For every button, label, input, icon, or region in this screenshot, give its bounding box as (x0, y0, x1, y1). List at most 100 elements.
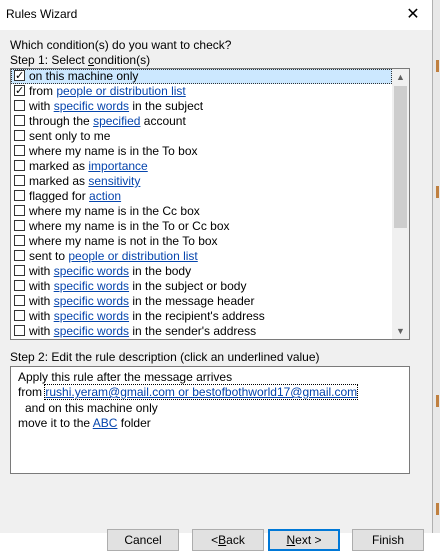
condition-text: in the sender's address (129, 324, 257, 338)
condition-text: in the recipient's address (129, 309, 265, 323)
chevron-down-icon: ▼ (396, 326, 405, 336)
cancel-button[interactable]: Cancel (107, 529, 179, 551)
condition-text: with (29, 99, 54, 113)
chevron-up-icon: ▲ (396, 72, 405, 82)
back-button[interactable]: < Back (192, 529, 264, 551)
close-icon: ✕ (406, 6, 420, 23)
condition-value-link[interactable]: specific words (54, 309, 129, 323)
condition-text: marked as (29, 159, 89, 173)
desc-line-apply: Apply this rule after the message arrive… (18, 370, 233, 384)
condition-checkbox[interactable] (14, 265, 25, 276)
condition-checkbox[interactable] (14, 325, 25, 336)
condition-checkbox[interactable] (14, 145, 25, 156)
condition-item[interactable]: where my name is not in the To box (11, 234, 392, 249)
scroll-down-button[interactable]: ▼ (392, 323, 409, 339)
background-window-edge (432, 0, 440, 533)
condition-item[interactable]: flagged for action (11, 189, 392, 204)
condition-text: where my name is not in the To box (29, 234, 218, 248)
edge-marker (436, 395, 439, 407)
condition-value-link[interactable]: sensitivity (88, 174, 140, 188)
condition-item[interactable]: marked as importance (11, 159, 392, 174)
condition-value-link[interactable]: specific words (54, 279, 129, 293)
condition-item[interactable]: where my name is in the Cc box (11, 204, 392, 219)
condition-text: in the message header (129, 294, 255, 308)
desc-line-machine: and on this machine only (25, 401, 158, 415)
step1-label: Step 1: Select condition(s) (10, 53, 150, 67)
condition-checkbox[interactable]: ✓ (14, 70, 25, 82)
conditions-scrollbar[interactable]: ▲ ▼ (392, 69, 409, 339)
condition-text: through the (29, 114, 94, 128)
condition-checkbox[interactable] (14, 295, 25, 306)
condition-checkbox[interactable] (14, 160, 25, 171)
condition-item[interactable]: with specific words in the sender's addr… (11, 324, 392, 339)
desc-move-text: move it to the (18, 416, 93, 430)
condition-value-link[interactable]: specific words (54, 264, 129, 278)
condition-text: where my name is in the Cc box (29, 204, 200, 218)
condition-checkbox[interactable] (14, 130, 25, 141)
condition-item[interactable]: with specific words in the message heade… (11, 294, 392, 309)
condition-checkbox[interactable]: ✓ (14, 85, 25, 97)
condition-value-link[interactable]: specific words (54, 99, 129, 113)
condition-item[interactable]: sent only to me (11, 129, 392, 144)
step1-question: Which condition(s) do you want to check? (10, 38, 232, 52)
sender-address-link[interactable]: rushi.yeram@gmail.com or bestofbothworld… (44, 384, 359, 400)
condition-checkbox[interactable] (14, 280, 25, 291)
condition-text: sent only to me (29, 129, 111, 143)
desc-line-from: from rushi.yeram@gmail.com or bestofboth… (18, 384, 359, 400)
condition-text: on this machine only (29, 69, 139, 83)
condition-item[interactable]: where my name is in the To or Cc box (11, 219, 392, 234)
desc-line-move: move it to the ABC folder (18, 416, 151, 430)
scroll-up-button[interactable]: ▲ (392, 69, 409, 85)
condition-checkbox[interactable] (14, 115, 25, 126)
condition-value-link[interactable]: specific words (54, 294, 129, 308)
title-bar: Rules Wizard ✕ (0, 0, 432, 30)
back-label-prefix: < (211, 533, 219, 547)
scroll-thumb[interactable] (394, 86, 407, 228)
back-label-accesskey: B (218, 533, 227, 547)
condition-item[interactable]: with specific words in the subject or bo… (11, 279, 392, 294)
next-button[interactable]: Next > (268, 529, 340, 551)
condition-value-link[interactable]: action (89, 189, 121, 203)
checkmark-icon: ✓ (15, 85, 25, 97)
condition-item[interactable]: ✓ on this machine only (11, 69, 392, 84)
condition-checkbox[interactable] (14, 235, 25, 246)
condition-text: marked as (29, 174, 89, 188)
condition-item[interactable]: marked as sensitivity (11, 174, 392, 189)
condition-text: in the subject or body (129, 279, 247, 293)
condition-value-link[interactable]: people or distribution list (56, 84, 185, 98)
condition-text: with (29, 324, 54, 338)
desc-from-text: from (18, 385, 46, 399)
finish-button[interactable]: Finish (352, 529, 424, 551)
close-button[interactable]: ✕ (398, 2, 428, 26)
condition-item[interactable]: sent to people or distribution list (11, 249, 392, 264)
next-label-accesskey: N (286, 533, 296, 547)
condition-item[interactable]: with specific words in the body (11, 264, 392, 279)
condition-text: where my name is in the To or Cc box (29, 219, 230, 233)
condition-item[interactable]: where my name is in the To box (11, 144, 392, 159)
condition-item[interactable]: with specific words in the subject (11, 99, 392, 114)
condition-checkbox[interactable] (14, 205, 25, 216)
condition-value-link[interactable]: importance (88, 159, 147, 173)
condition-checkbox[interactable] (14, 310, 25, 321)
condition-text: in the body (129, 264, 192, 278)
condition-checkbox[interactable] (14, 250, 25, 261)
condition-checkbox[interactable] (14, 100, 25, 111)
condition-item[interactable]: ✓ from people or distribution list (11, 84, 392, 99)
condition-value-link[interactable]: specific words (54, 324, 129, 338)
condition-checkbox[interactable] (14, 220, 25, 231)
conditions-listbox[interactable]: ✓ on this machine only ✓ from people or dis… (10, 68, 410, 340)
edge-marker (436, 186, 439, 198)
condition-checkbox[interactable] (14, 190, 25, 201)
condition-checkbox[interactable] (14, 175, 25, 186)
condition-value-link[interactable]: specified (93, 114, 140, 128)
condition-text: with (29, 294, 54, 308)
condition-text: with (29, 279, 54, 293)
condition-item[interactable]: through the specified account (11, 114, 392, 129)
folder-link[interactable]: ABC (93, 416, 118, 430)
condition-text: from (29, 84, 57, 98)
condition-text: sent to (29, 249, 69, 263)
condition-item[interactable]: with specific words in the recipient's a… (11, 309, 392, 324)
condition-text: where my name is in the To box (29, 144, 198, 158)
window-title: Rules Wizard (6, 7, 78, 21)
condition-value-link[interactable]: people or distribution list (68, 249, 197, 263)
